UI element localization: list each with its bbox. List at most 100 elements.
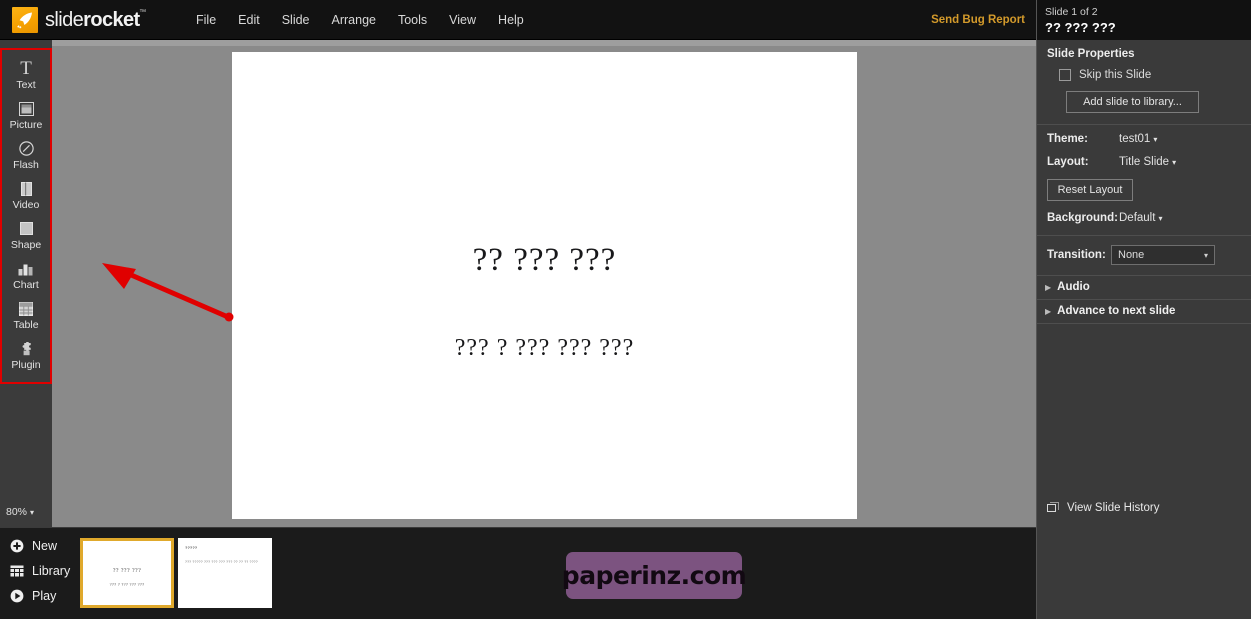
tool-chart[interactable]: Chart [2, 256, 50, 296]
skip-slide-checkbox[interactable] [1059, 69, 1071, 81]
zoom-level-value: 80% [6, 506, 28, 518]
skip-slide-label: Skip this Slide [1079, 69, 1152, 81]
chart-icon [2, 259, 50, 278]
thumbnail-2-subtitle: ??? ????? ??? ??? ??? ??? ?? ?? ?? ???? [185, 560, 258, 564]
menu-items: File Edit Slide Arrange Tools View Help [185, 0, 535, 40]
view-slide-history-button[interactable]: View Slide History [1037, 496, 1251, 520]
watermark-text: paperinz.com [561, 561, 747, 590]
chevron-down-icon: ▾ [30, 508, 35, 517]
tool-flash[interactable]: Flash [2, 136, 50, 176]
tool-text[interactable]: T Text [2, 56, 50, 96]
text-icon: T [20, 58, 32, 79]
picture-icon [2, 99, 50, 118]
tool-table-label: Table [13, 319, 39, 331]
app-logo[interactable]: sliderocket ™ [12, 7, 146, 33]
tool-picture[interactable]: Picture [2, 96, 50, 136]
theme-value: test01 [1119, 133, 1151, 145]
slide-canvas[interactable]: ?? ??? ??? ??? ? ??? ??? ??? [232, 52, 857, 519]
new-label: New [32, 539, 58, 553]
menu-arrange[interactable]: Arrange [321, 8, 387, 32]
video-icon [2, 179, 50, 198]
advance-accordion[interactable]: ▶ Advance to next slide [1037, 300, 1251, 324]
logo-text-bold: rocket [83, 9, 140, 31]
advance-label: Advance to next slide [1057, 305, 1176, 317]
panel-empty-space [1037, 324, 1251, 496]
rocket-icon [12, 7, 38, 33]
plugin-icon [2, 339, 50, 358]
grid-icon [10, 565, 24, 577]
tool-video[interactable]: Video [2, 176, 50, 216]
library-label: Library [32, 564, 71, 578]
transition-row: Transition: None ▾ [1047, 245, 1241, 265]
chevron-down-icon: ▾ [1172, 158, 1177, 167]
tool-picture-label: Picture [9, 119, 43, 131]
transition-section: Transition: None ▾ [1037, 236, 1251, 276]
slide-title-text[interactable]: ?? ??? ??? [232, 242, 857, 279]
tool-chart-label: Chart [13, 279, 39, 291]
watermark-badge: paperinz.com [561, 552, 747, 599]
slide-properties-panel: Slide 1 of 2 ?? ??? ??? Slide Properties… [1036, 0, 1251, 619]
tool-flash-label: Flash [13, 159, 39, 171]
background-dropdown[interactable]: Default ▾ [1119, 212, 1162, 224]
shape-icon [2, 219, 50, 238]
tool-shape-label: Shape [10, 239, 42, 251]
slide-subtitle-text[interactable]: ??? ? ??? ??? ??? [232, 335, 857, 362]
send-bug-report-link[interactable]: Send Bug Report [931, 0, 1035, 40]
tool-plugin-label: Plugin [11, 359, 41, 371]
bottom-actions: New Library Play [10, 539, 80, 614]
slide-thumbnail-1[interactable]: ?? ??? ??? ??? ? ??? ??? ??? [80, 538, 174, 608]
menu-slide[interactable]: Slide [271, 8, 321, 32]
left-tool-strip: T Text Picture Flash Video Shape Chart T… [0, 40, 52, 527]
reset-layout-button[interactable]: Reset Layout [1047, 179, 1133, 201]
transition-value: None [1118, 249, 1145, 261]
audio-label: Audio [1057, 281, 1090, 293]
chevron-down-icon: ▾ [1158, 214, 1163, 223]
tool-table[interactable]: Table [2, 296, 50, 336]
annotation-arrow [102, 263, 234, 322]
canvas-top-rail [52, 40, 1036, 46]
new-slide-button[interactable]: New [10, 539, 80, 553]
menu-view[interactable]: View [438, 8, 487, 32]
slide-canvas-area[interactable]: ?? ??? ??? ??? ? ??? ??? ??? [52, 40, 1036, 527]
chevron-down-icon: ▾ [1203, 250, 1208, 260]
chevron-down-icon: ▾ [1153, 135, 1158, 144]
menu-help[interactable]: Help [487, 8, 535, 32]
slide-thumbnail-2[interactable]: ????? ??? ????? ??? ??? ??? ??? ?? ?? ??… [178, 538, 272, 608]
layout-value: Title Slide [1119, 156, 1170, 168]
theme-label: Theme: [1047, 133, 1088, 145]
play-button[interactable]: Play [10, 589, 80, 603]
library-button[interactable]: Library [10, 564, 80, 578]
layout-row: Layout: Title Slide ▾ [1047, 156, 1241, 168]
theme-layout-section: Theme: test01 ▾ Layout: Title Slide ▾ Rese… [1037, 125, 1251, 236]
theme-dropdown[interactable]: test01 ▾ [1119, 133, 1157, 145]
history-stack-icon [1047, 502, 1059, 512]
background-value: Default [1119, 212, 1156, 224]
audio-accordion[interactable]: ▶ Audio [1037, 276, 1251, 300]
flash-icon [2, 139, 50, 158]
table-icon [2, 299, 50, 318]
insert-toolbox: T Text Picture Flash Video Shape Chart T… [0, 48, 52, 384]
layout-dropdown[interactable]: Title Slide ▾ [1119, 156, 1176, 168]
skip-slide-row[interactable]: Skip this Slide [1059, 69, 1241, 81]
tool-shape[interactable]: Shape [2, 216, 50, 256]
view-slide-history-label: View Slide History [1067, 502, 1160, 514]
play-circle-icon [10, 589, 24, 603]
slide-thumbnail-strip: ?? ??? ??? ??? ? ??? ??? ??? ????? ??? ?… [80, 538, 1036, 610]
transition-select[interactable]: None ▾ [1111, 245, 1215, 265]
add-slide-to-library-button[interactable]: Add slide to library... [1066, 91, 1199, 113]
theme-row: Theme: test01 ▾ [1047, 133, 1241, 145]
trademark-symbol: ™ [139, 9, 146, 16]
tool-plugin[interactable]: Plugin [2, 336, 50, 376]
tool-text-label: Text [16, 79, 36, 91]
transition-label: Transition: [1047, 249, 1106, 261]
background-row: Background: Default ▾ [1047, 212, 1241, 224]
menu-file[interactable]: File [185, 8, 227, 32]
section-heading-slide-properties: Slide Properties [1047, 48, 1135, 60]
background-label: Background: [1047, 212, 1118, 224]
menu-tools[interactable]: Tools [387, 8, 438, 32]
sliderocket-app-window: sliderocket ™ File Edit Slide Arrange Too… [0, 0, 1251, 619]
thumbnail-2-title: ????? [185, 545, 198, 550]
menu-edit[interactable]: Edit [227, 8, 271, 32]
zoom-level-control[interactable]: 80% ▾ [6, 506, 34, 518]
app-logo-text: sliderocket ™ [45, 9, 146, 31]
